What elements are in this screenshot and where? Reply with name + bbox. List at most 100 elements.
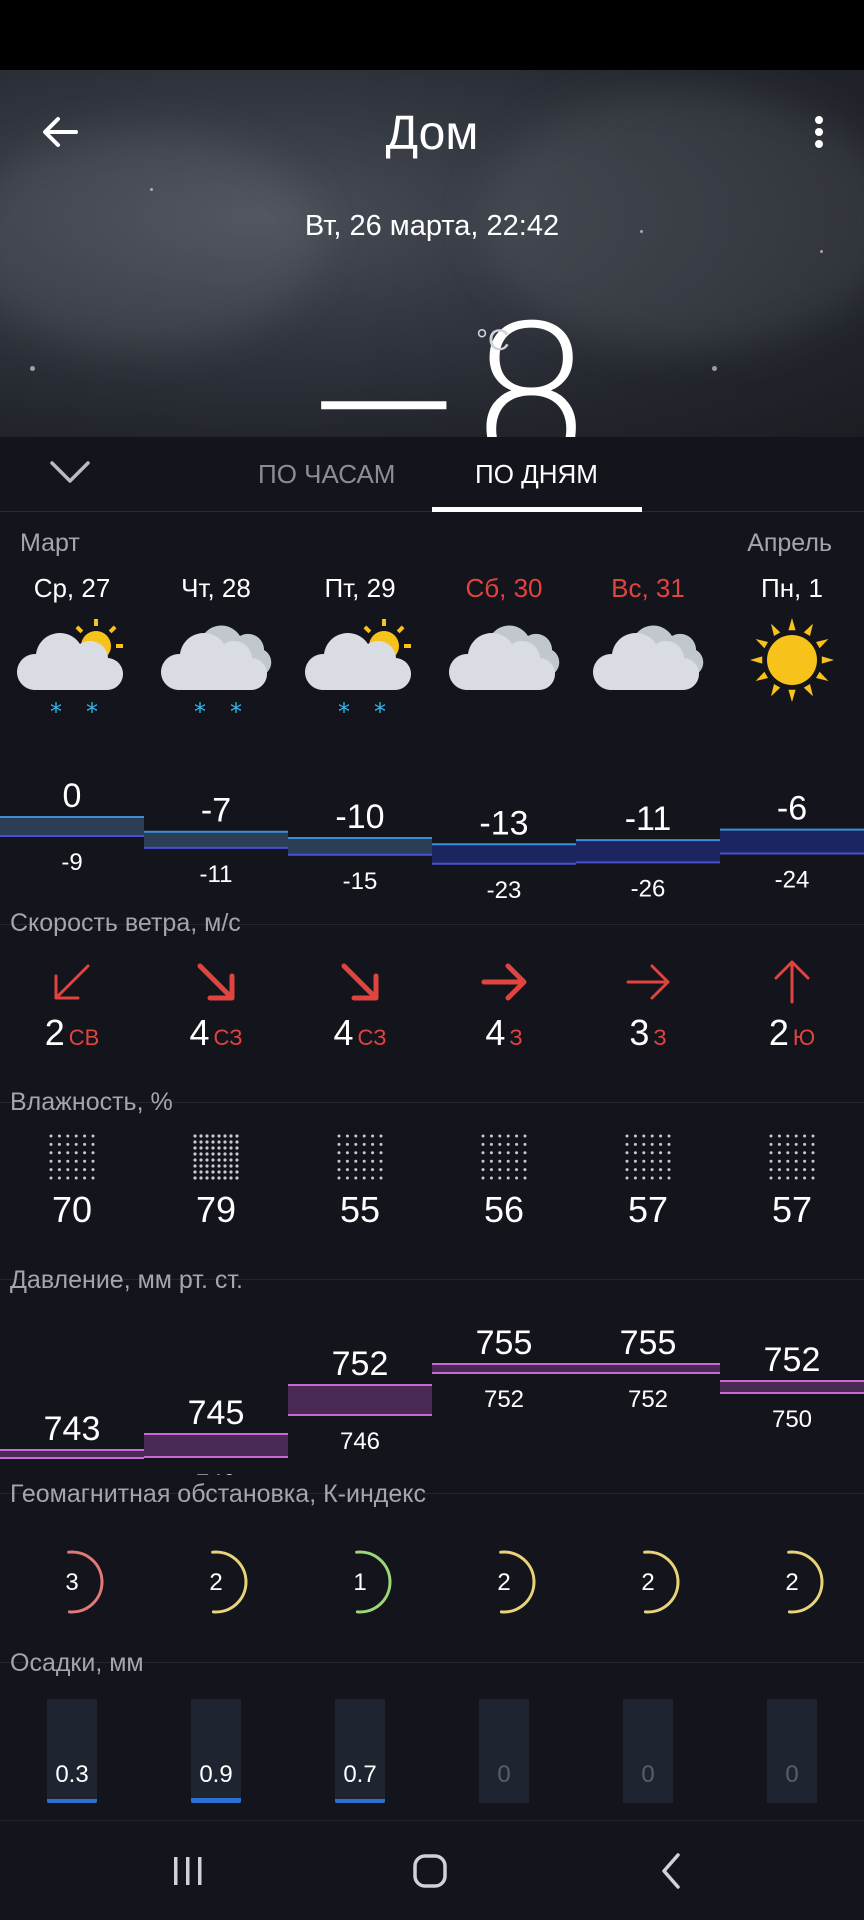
wind-speed: 4 [485, 1012, 506, 1053]
arrow-down-right-icon [197, 963, 235, 1001]
arrow-right-icon [481, 963, 527, 1001]
wind-section-title: Скорость ветра, м/с [10, 909, 241, 937]
hero-header: Дом Вт, 26 марта, 22:42 −8 °C [0, 70, 864, 437]
wind-direction: Ю [792, 1025, 816, 1050]
pressure-high-label: 755 [620, 1324, 677, 1362]
kindex-value: 2 [497, 1569, 511, 1596]
day-label[interactable]: Пт, 29 [288, 573, 432, 604]
pressure-low-label: 750 [772, 1406, 812, 1433]
wind-direction: СВ [68, 1025, 100, 1050]
precip-fill [191, 1797, 241, 1803]
temp-low-label: -15 [343, 868, 378, 895]
day-label[interactable]: Ср, 27 [0, 573, 144, 604]
tab-hourly[interactable]: ПО ЧАСАМ [258, 459, 395, 490]
forecast-sheet: ПО ЧАСАМ ПО ДНЯМ Март Апрель Ср, 27 * * Чт,… [0, 437, 864, 1820]
pressure-high-label: 755 [476, 1324, 533, 1362]
page-title: Дом [385, 107, 479, 160]
active-tab-indicator [432, 507, 642, 512]
day-label[interactable]: Сб, 30 [432, 573, 576, 604]
kindex-gauge: 1 [325, 1547, 395, 1617]
precip-value: 0.7 [343, 1761, 377, 1788]
humidity-dots-icon [481, 1134, 527, 1180]
status-bar [0, 0, 864, 70]
precipitation-section-title: Осадки, мм [10, 1649, 144, 1677]
wind-value: 4 СЗ [144, 1012, 288, 1054]
kindex-gauge: 2 [181, 1547, 251, 1617]
humidity-value: 57 [627, 1189, 669, 1230]
temp-range-bar [144, 831, 288, 848]
chevron-down-icon[interactable] [46, 453, 94, 493]
pressure-high-label: 745 [188, 1394, 245, 1432]
wind-speed: 4 [189, 1012, 210, 1053]
wind-value: 2Ю [720, 1012, 864, 1054]
precip-fill [47, 1799, 97, 1803]
humidity-value: 57 [771, 1189, 813, 1230]
pressure-high-label: 752 [764, 1341, 821, 1379]
precip-value: 0.9 [199, 1761, 233, 1788]
temp-low-label: -9 [61, 849, 82, 876]
more-menu-icon[interactable] [804, 110, 834, 154]
humidity-dots-icon [625, 1134, 671, 1180]
humidity-dots-icon [769, 1134, 815, 1180]
svg-text:*: * [86, 698, 98, 722]
wind-speed: 3 [629, 1012, 650, 1053]
pressure-range-bar [0, 1450, 144, 1458]
temp-low-label: -23 [487, 877, 522, 904]
svg-text:*: * [194, 698, 206, 722]
wind-direction: З [653, 1025, 667, 1050]
temp-range-bar [288, 838, 432, 855]
partly-cloudy-snow-icon: * * [16, 619, 124, 722]
humidity-value: 79 [195, 1189, 237, 1230]
humidity-value: 56 [483, 1189, 525, 1230]
precip-value: 0 [641, 1761, 655, 1788]
temp-low-label: -24 [775, 867, 810, 894]
forecast-tabs: ПО ЧАСАМ ПО ДНЯМ [0, 437, 864, 512]
recent-apps-icon[interactable] [166, 1851, 210, 1891]
arrow-down-right-icon [341, 963, 379, 1001]
kindex-value: 2 [785, 1569, 799, 1596]
precip-value: 0.3 [55, 1761, 89, 1788]
day-label[interactable]: Пн, 1 [720, 573, 864, 604]
day-label[interactable]: Чт, 28 [144, 573, 288, 604]
temp-low-label: -26 [631, 875, 666, 902]
temp-high-label: -7 [201, 792, 231, 830]
temp-high-label: -13 [479, 804, 528, 842]
humidity-value: 70 [51, 1189, 93, 1230]
humidity-dots-icon [49, 1134, 95, 1180]
pressure-low-label: 746 [340, 1428, 380, 1455]
wind-value: 3З [576, 1012, 720, 1054]
temp-range-bar [576, 840, 720, 863]
tab-daily[interactable]: ПО ДНЯМ [475, 459, 598, 490]
arrow-down-left-icon [54, 964, 90, 1000]
pressure-low-label: 740 [52, 1471, 92, 1475]
kindex-gauge: 3 [37, 1547, 107, 1617]
pressure-chart: 743 740 745 740 752 746 755 752 755 752 752 750 [0, 1324, 864, 1475]
pressure-range-bar [720, 1381, 864, 1393]
temp-high-label: 0 [63, 777, 82, 815]
temp-range-bar [432, 844, 576, 864]
pressure-low-label: 752 [484, 1386, 524, 1413]
pressure-range-bar [432, 1364, 576, 1373]
svg-text:*: * [338, 698, 350, 722]
precip-value: 0 [785, 1761, 799, 1788]
temp-low-label: -11 [200, 861, 233, 888]
temperature-unit: °C [476, 324, 510, 357]
system-nav-bar [0, 1820, 864, 1920]
day-label[interactable]: Вс, 31 [576, 573, 720, 604]
temp-range-bar [720, 829, 864, 854]
geomagnetic-section-title: Геомагнитная обстановка, К-индекс [10, 1480, 426, 1508]
nav-back-icon[interactable] [650, 1851, 694, 1891]
svg-text:*: * [50, 698, 62, 722]
pressure-high-label: 743 [44, 1410, 101, 1448]
humidity-dots-icon [337, 1134, 383, 1180]
pressure-low-label: 752 [628, 1386, 668, 1413]
temp-high-label: -10 [335, 798, 384, 836]
pressure-range-bar [576, 1364, 720, 1373]
kindex-value: 2 [641, 1569, 655, 1596]
temp-range-bar [0, 817, 144, 836]
wind-direction: СЗ [213, 1025, 243, 1050]
home-icon[interactable] [408, 1851, 452, 1891]
wind-speed: 4 [333, 1012, 354, 1053]
snowflake-decor [820, 250, 823, 253]
wind-direction: З [509, 1025, 523, 1050]
